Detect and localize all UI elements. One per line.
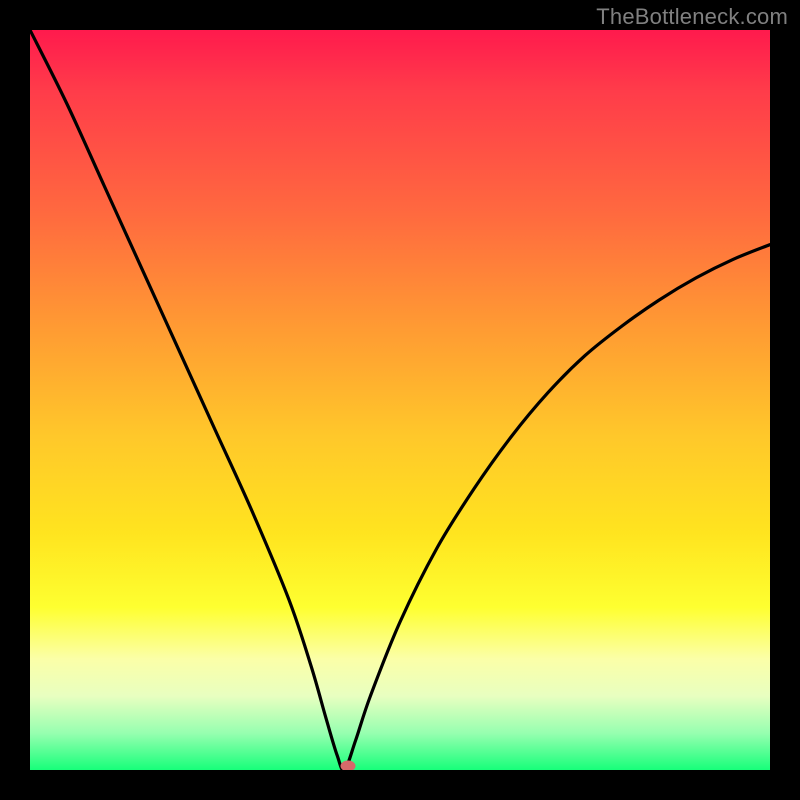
bottleneck-curve-path [30,30,770,770]
watermark-text: TheBottleneck.com [596,4,788,30]
curve-svg [30,30,770,770]
optimal-marker [341,761,356,770]
chart-frame: TheBottleneck.com [0,0,800,800]
plot-area [30,30,770,770]
